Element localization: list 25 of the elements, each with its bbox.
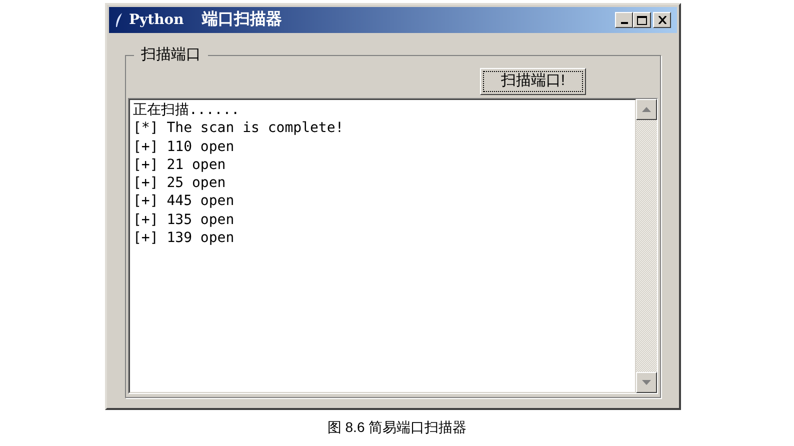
maximize-button[interactable]: [633, 12, 651, 28]
output-line: [+] 445 open: [133, 192, 236, 211]
figure-caption: 图 8.6 简易端口扫描器: [327, 418, 467, 436]
output-line: [+] 25 open: [133, 174, 227, 192]
minimize-button[interactable]: [615, 12, 633, 28]
window-title: 端口扫描器: [202, 10, 282, 30]
output-line: [+] 21 open: [133, 156, 227, 174]
output-line: [+] 135 open: [133, 210, 236, 230]
output-line: [+] 110 open: [133, 138, 236, 156]
scroll-down-button[interactable]: [636, 372, 657, 393]
close-icon: [658, 16, 666, 24]
output-line: [+] 139 open: [133, 229, 236, 248]
minimize-icon: [620, 22, 628, 24]
output-line: [*] The scan is complete!: [133, 119, 345, 138]
feather-icon: [115, 12, 123, 28]
maximize-icon: [637, 16, 647, 24]
scrollbar[interactable]: [636, 99, 657, 393]
scan-button[interactable]: 扫描端口!: [480, 68, 586, 95]
output-line: 正在扫描......: [133, 101, 241, 120]
close-button[interactable]: [653, 12, 671, 28]
window-title: Python: [129, 10, 184, 30]
up-arrow-icon: [642, 107, 651, 112]
scroll-up-button[interactable]: [636, 99, 657, 120]
down-arrow-icon: [642, 380, 651, 385]
output-text-area[interactable]: 正在扫描...... [*] The scan is complete! [+] 110 open [+] 21 open [+] 25 open [+] 445 open [+] 135 open [+] 139 open: [129, 99, 636, 393]
